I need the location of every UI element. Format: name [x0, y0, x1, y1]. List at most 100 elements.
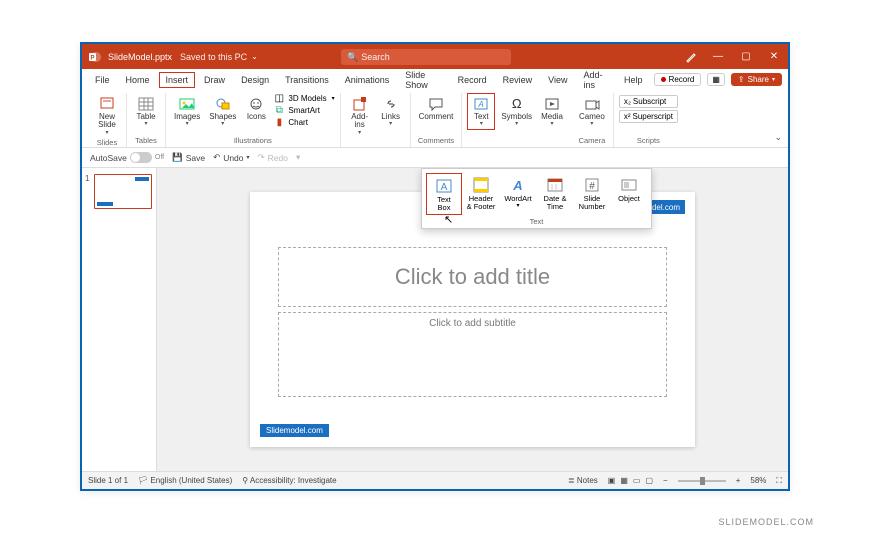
group-addins-links: Add- ins▾ Links▾	[341, 93, 411, 147]
table-icon	[138, 95, 154, 113]
toggle-icon	[130, 152, 152, 163]
symbols-button[interactable]: ΩSymbols▾	[498, 93, 535, 130]
addins-icon	[352, 95, 368, 113]
qat-more[interactable]: ▾	[296, 152, 300, 163]
tab-record[interactable]: Record	[451, 72, 494, 88]
maximize-button[interactable]: ▢	[732, 44, 760, 69]
group-slides: New Slide▾ Slides	[88, 93, 127, 147]
search-input[interactable]	[341, 49, 511, 65]
powerpoint-logo-icon: P	[86, 51, 104, 63]
tab-slideshow[interactable]: Slide Show	[398, 67, 448, 93]
tab-insert[interactable]: Insert	[159, 72, 196, 88]
save-button[interactable]: 💾Save	[172, 152, 205, 163]
links-button[interactable]: Links▾	[377, 93, 405, 130]
superscript-icon: x²	[624, 112, 631, 121]
tab-home[interactable]: Home	[119, 72, 157, 88]
shapes-button[interactable]: Shapes▾	[206, 93, 239, 130]
slideshow-view-icon[interactable]: ▢	[645, 476, 653, 485]
tab-review[interactable]: Review	[496, 72, 540, 88]
new-slide-icon	[99, 95, 115, 113]
sorter-view-icon[interactable]: ▦	[620, 476, 628, 485]
subtitle-placeholder[interactable]: Click to add subtitle	[278, 312, 667, 397]
comment-button[interactable]: Comment	[416, 93, 457, 123]
tab-view[interactable]: View	[541, 72, 574, 88]
undo-icon: ↶	[213, 152, 220, 163]
minimize-button[interactable]: —	[704, 44, 732, 69]
cameo-icon	[584, 95, 600, 113]
undo-button[interactable]: ↶Undo▾	[213, 152, 249, 163]
fit-window-icon[interactable]: ⛶	[776, 476, 782, 486]
zoom-out-button[interactable]: −	[663, 476, 668, 485]
group-label-camera: Camera	[579, 136, 606, 147]
zoom-in-button[interactable]: +	[736, 476, 741, 485]
svg-text:#: #	[589, 181, 595, 192]
group-tables: Table▾ Tables	[127, 93, 166, 147]
share-label: Share	[748, 75, 769, 84]
save-icon: 💾	[172, 152, 183, 163]
ribbon-tabs: File Home Insert Draw Design Transitions…	[82, 69, 788, 90]
accessibility-button[interactable]: ⚲ Accessibility: Investigate	[242, 476, 336, 485]
language-button[interactable]: 🏳 English (United States)	[138, 476, 232, 485]
close-button[interactable]: ✕	[760, 44, 788, 69]
group-text-sym-media: AText▾ ΩSymbols▾ Media▾	[462, 93, 571, 147]
search-wrap: 🔍	[341, 49, 511, 65]
zoom-slider[interactable]	[678, 480, 726, 482]
title-placeholder[interactable]: Click to add title	[278, 247, 667, 307]
status-bar: Slide 1 of 1 🏳 English (United States) ⚲…	[82, 471, 788, 489]
search-icon: 🔍	[347, 52, 358, 63]
object-button[interactable]: Object	[611, 173, 647, 215]
tab-animations[interactable]: Animations	[338, 72, 397, 88]
tab-file[interactable]: File	[88, 72, 117, 88]
tab-help[interactable]: Help	[617, 72, 650, 88]
text-button[interactable]: AText▾	[467, 93, 495, 130]
text-icon: A	[473, 95, 489, 113]
save-status: Saved to this PC	[180, 52, 247, 62]
group-label-slides: Slides	[97, 138, 117, 149]
header-footer-icon	[472, 175, 490, 195]
slide[interactable]: Model.com Click to add title Click to ad…	[250, 192, 695, 447]
reading-view-icon[interactable]: ▭	[633, 476, 641, 485]
tab-draw[interactable]: Draw	[197, 72, 232, 88]
text-gallery-dropdown: AText Box Header & Footer AWordArt▾ Date…	[421, 168, 652, 229]
cameo-button[interactable]: Cameo▾	[576, 93, 608, 130]
superscript-button[interactable]: x²Superscript	[619, 110, 678, 123]
pen-icon[interactable]	[678, 44, 704, 69]
autosave-toggle[interactable]: AutoSaveOff	[90, 152, 164, 163]
subscript-button[interactable]: x₂Subscript	[619, 95, 678, 108]
redo-icon: ↷	[258, 152, 265, 163]
tab-addins[interactable]: Add-ins	[576, 67, 615, 93]
group-label-scripts: Scripts	[637, 136, 660, 147]
addins-button[interactable]: Add- ins▾	[346, 93, 374, 138]
slide-number-button[interactable]: #Slide Number	[574, 173, 610, 215]
svg-text:A: A	[478, 100, 484, 109]
media-icon	[544, 95, 560, 113]
text-box-button[interactable]: AText Box	[426, 173, 462, 215]
window-controls: — ▢ ✕	[678, 44, 788, 69]
wordart-button[interactable]: AWordArt▾	[500, 173, 536, 215]
media-button[interactable]: Media▾	[538, 93, 566, 130]
record-button[interactable]: Record	[654, 73, 702, 86]
group-label-illustrations: Illustrations	[234, 136, 272, 147]
images-button[interactable]: Images▾	[171, 93, 203, 130]
normal-view-icon[interactable]: ▣	[608, 476, 616, 485]
share-button[interactable]: ⇪Share▾	[731, 73, 782, 86]
illustration-stack: ◫3D Models▾ ⧉SmartArt ▮Chart	[273, 93, 334, 128]
slide-thumbnail[interactable]	[94, 174, 152, 209]
thumb-number: 1	[85, 174, 89, 183]
title-dropdown-icon[interactable]: ⌄	[251, 52, 258, 61]
smartart-button[interactable]: ⧉SmartArt	[273, 105, 320, 116]
3d-models-button[interactable]: ◫3D Models▾	[273, 93, 334, 104]
collapse-ribbon-icon[interactable]: ⌄	[774, 132, 782, 143]
shapes-icon	[215, 95, 231, 113]
header-footer-button[interactable]: Header & Footer	[463, 173, 499, 215]
icons-button[interactable]: Icons	[242, 93, 270, 123]
redo-button[interactable]: ↷Redo	[258, 152, 288, 163]
date-time-button[interactable]: Date & Time	[537, 173, 573, 215]
new-slide-button[interactable]: New Slide▾	[93, 93, 121, 138]
notes-button[interactable]: ≣ Notes	[568, 476, 598, 485]
tab-transitions[interactable]: Transitions	[278, 72, 336, 88]
tab-design[interactable]: Design	[234, 72, 276, 88]
table-button[interactable]: Table▾	[132, 93, 160, 130]
present-button[interactable]: ▦	[707, 73, 725, 86]
chart-button[interactable]: ▮Chart	[273, 117, 308, 128]
